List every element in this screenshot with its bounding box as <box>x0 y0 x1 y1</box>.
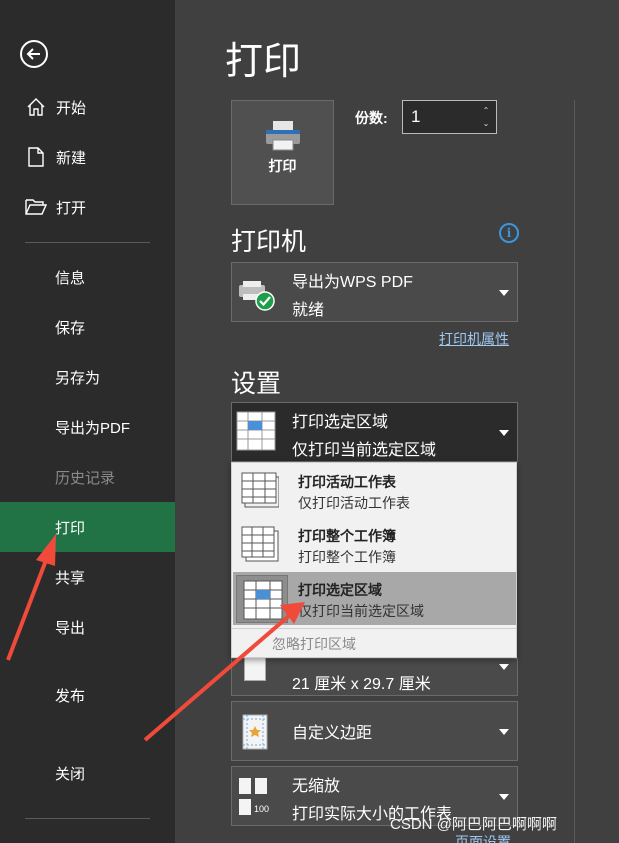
sidebar-item-label: 打印 <box>55 519 86 537</box>
sidebar-item-close[interactable]: 关闭 <box>0 748 175 798</box>
panel-divider <box>574 100 575 843</box>
paper-size-value: 21 厘米 x 29.7 厘米 <box>292 676 431 693</box>
sidebar-item-label: 开始 <box>56 99 87 117</box>
sidebar-divider <box>25 818 150 819</box>
print-button-label: 打印 <box>268 158 297 174</box>
back-arrow-icon[interactable] <box>20 40 48 68</box>
page-title: 打印 <box>225 41 302 83</box>
chevron-down-icon <box>499 290 509 296</box>
menu-item-selection[interactable]: 打印选定区域 仅打印当前选定区域 <box>233 572 516 625</box>
menu-item-title: 打印整个工作簿 <box>298 528 396 544</box>
sidebar-item-open[interactable]: 打开 <box>0 182 175 232</box>
printer-heading: 打印机 <box>231 228 307 256</box>
chevron-down-icon <box>499 430 509 436</box>
margins-icon <box>242 714 268 755</box>
sidebar-item-label: 历史记录 <box>55 469 116 487</box>
new-file-icon <box>24 145 48 169</box>
printer-ready-icon <box>237 279 277 316</box>
paper-icon <box>244 655 266 681</box>
print-range-dropdown[interactable]: 打印选定区域 仅打印当前选定区域 <box>231 402 518 462</box>
watermark: CSDN @阿巴阿巴啊啊啊 <box>390 816 557 833</box>
scaling-title: 无缩放 <box>292 778 341 795</box>
sidebar-divider <box>25 242 150 243</box>
print-button[interactable]: 打印 <box>231 100 334 205</box>
sidebar-item-home[interactable]: 开始 <box>0 82 175 132</box>
sidebar-item-history: 历史记录 <box>0 452 175 502</box>
sidebar-item-export-pdf[interactable]: 导出为PDF <box>0 402 175 452</box>
menu-item-title: 打印选定区域 <box>298 582 382 598</box>
no-scaling-icon <box>238 777 278 824</box>
margins-dropdown[interactable]: 自定义边距 <box>231 701 518 761</box>
sidebar-item-label: 信息 <box>55 269 86 287</box>
menu-item-workbook[interactable]: 打印整个工作簿 打印整个工作簿 <box>233 518 516 571</box>
sidebar-item-save[interactable]: 保存 <box>0 302 175 352</box>
menu-item-subtitle: 仅打印活动工作表 <box>298 495 410 511</box>
menu-item-active-sheet[interactable]: 打印活动工作表 仅打印活动工作表 <box>233 464 516 517</box>
sidebar-item-label: 导出为PDF <box>55 419 131 437</box>
backstage-sidebar: 开始 新建 打开 信息 保存 另存为 导出为PDF 历史记录 打印 共享 导出 … <box>0 0 175 843</box>
sidebar-item-label: 共享 <box>55 569 86 587</box>
sheet-grid-icon <box>241 472 280 513</box>
print-range-subtitle: 仅打印当前选定区域 <box>292 442 437 459</box>
selection-grid-icon <box>236 411 276 456</box>
copies-label: 份数: <box>355 110 388 126</box>
workbook-grid-icon <box>241 526 279 567</box>
sidebar-item-label: 新建 <box>56 149 87 167</box>
menu-item-subtitle: 打印整个工作簿 <box>298 549 396 565</box>
menu-item-title: 打印活动工作表 <box>298 474 396 490</box>
sidebar-item-new[interactable]: 新建 <box>0 132 175 182</box>
sidebar-item-label: 另存为 <box>55 369 101 387</box>
printer-name: 导出为WPS PDF <box>292 274 413 291</box>
page-setup-link[interactable]: 页面设置 <box>455 832 511 843</box>
sidebar-item-label: 导出 <box>55 619 86 637</box>
sidebar-item-label: 关闭 <box>55 765 86 783</box>
scaling-icon-label: 100 <box>254 804 270 814</box>
printer-status: 就绪 <box>292 302 325 319</box>
printer-dropdown[interactable]: 导出为WPS PDF 就绪 <box>231 262 518 322</box>
print-range-title: 打印选定区域 <box>292 414 389 431</box>
stepper-arrows-icon[interactable]: ⌃ ⌄ <box>481 104 491 130</box>
sidebar-item-label: 保存 <box>55 319 86 337</box>
sidebar-item-label: 发布 <box>55 687 86 705</box>
print-range-menu: 打印活动工作表 仅打印活动工作表 打印整个工作簿 打印整个工作簿 打印选定区域 … <box>231 462 517 658</box>
sidebar-item-publish[interactable]: 发布 <box>0 670 175 720</box>
printer-icon <box>264 119 302 156</box>
sidebar-item-label: 打开 <box>56 199 87 217</box>
ignore-print-area-option[interactable]: 忽略打印区域 <box>232 628 516 658</box>
sidebar-item-export[interactable]: 导出 <box>0 602 175 652</box>
menu-item-subtitle: 仅打印当前选定区域 <box>298 603 424 619</box>
folder-open-icon <box>24 195 48 219</box>
sidebar-item-save-as[interactable]: 另存为 <box>0 352 175 402</box>
chevron-down-icon <box>499 729 509 735</box>
chevron-down-icon <box>499 794 509 800</box>
paper-size-dropdown[interactable]: 21 厘米 x 29.7 厘米 <box>231 655 518 696</box>
settings-heading: 设置 <box>231 370 282 398</box>
chevron-down-icon <box>499 664 509 670</box>
info-icon[interactable]: i <box>499 223 519 243</box>
selection-grid-icon <box>236 575 288 623</box>
sidebar-item-print[interactable]: 打印 <box>0 502 175 552</box>
sidebar-item-share[interactable]: 共享 <box>0 552 175 602</box>
margins-value: 自定义边距 <box>292 725 373 742</box>
copies-value: 1 <box>411 107 421 126</box>
sidebar-item-info[interactable]: 信息 <box>0 252 175 302</box>
print-panel: 打印 打印 份数: 1 ⌃ ⌄ 打印机 i 导出为WPS PDF 就绪 打印机属… <box>175 0 619 843</box>
home-icon <box>24 95 48 119</box>
printer-properties-link[interactable]: 打印机属性 <box>439 329 509 349</box>
copies-stepper[interactable]: 1 ⌃ ⌄ <box>402 100 497 134</box>
